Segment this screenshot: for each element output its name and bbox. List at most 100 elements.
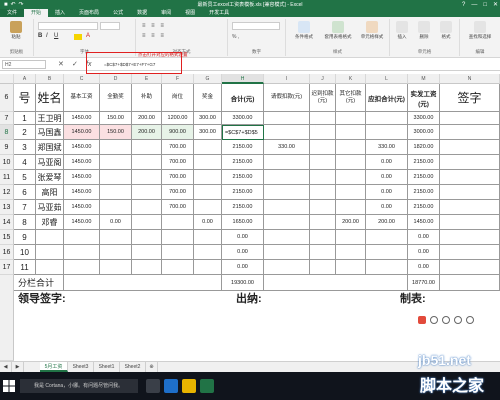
header-deduction-total[interactable]: 应扣合计(元) — [366, 84, 408, 112]
cell-full-attendance[interactable]: 150.00 — [100, 112, 132, 125]
row-header-14[interactable]: 14 — [0, 215, 14, 230]
subtotal-label[interactable]: 分栏合计 — [14, 275, 64, 291]
format-cells-button[interactable]: 格式 — [436, 21, 456, 40]
row-header-8[interactable]: 8 — [0, 125, 14, 140]
cell-position[interactable]: 900.00 — [162, 125, 194, 140]
tab-home[interactable]: 开始 — [24, 9, 49, 17]
cell-position[interactable] — [162, 245, 194, 260]
cell-subsidy[interactable] — [132, 260, 162, 275]
cell-signature[interactable] — [440, 140, 500, 155]
cell-number[interactable]: 8 — [14, 215, 36, 230]
subtotal-blank[interactable] — [64, 275, 222, 291]
cell-actual-pay[interactable]: 0.00 — [408, 230, 440, 245]
cell-position[interactable] — [162, 260, 194, 275]
cell-leave-deduction[interactable] — [264, 260, 310, 275]
cell-actual-pay[interactable]: 1820.00 — [408, 140, 440, 155]
cell-position[interactable]: 700.00 — [162, 185, 194, 200]
cell-deduction-total[interactable] — [366, 245, 408, 260]
font-color-icon[interactable]: A — [86, 33, 90, 39]
sheet-tab-sheet2[interactable]: Sheet2 — [120, 362, 146, 372]
cell-signature[interactable] — [440, 215, 500, 230]
subtotal-deductions[interactable] — [264, 275, 408, 291]
minimize-button[interactable]: — — [471, 2, 477, 8]
row-header-7[interactable]: 7 — [0, 112, 14, 125]
cell-signature[interactable] — [440, 260, 500, 275]
cell-other-deduction[interactable] — [336, 155, 366, 170]
find-select-button[interactable]: 查找和选择 — [464, 21, 496, 40]
cell-number[interactable]: 2 — [14, 125, 36, 140]
cell-deduction-total[interactable] — [366, 230, 408, 245]
cell-leave-deduction[interactable] — [264, 245, 310, 260]
keyboard-icon[interactable] — [454, 316, 462, 324]
cell-full-attendance[interactable] — [100, 200, 132, 215]
header-full-attendance[interactable]: 全勤奖 — [100, 84, 132, 112]
cell-leave-deduction[interactable] — [264, 125, 310, 140]
cell-base-salary[interactable]: 1450.00 — [64, 200, 100, 215]
cell-bonus[interactable] — [194, 185, 222, 200]
cell-total[interactable]: 1650.00 — [222, 215, 264, 230]
add-sheet-button[interactable]: ⊕ — [146, 362, 158, 372]
cell-other-deduction[interactable]: 200.00 — [336, 215, 366, 230]
cell-number[interactable]: 3 — [14, 140, 36, 155]
cell-name[interactable]: 马国鑫 — [36, 125, 64, 140]
cell-name[interactable]: 马亚茹 — [36, 200, 64, 215]
emoji-icon[interactable] — [430, 316, 438, 324]
sheet-prev-icon[interactable]: ◀ — [0, 362, 12, 372]
subtotal-total[interactable]: 19300.00 — [222, 275, 264, 291]
cell-late-deduction[interactable] — [310, 155, 336, 170]
subtotal-signature[interactable] — [440, 275, 500, 291]
cell-position[interactable] — [162, 215, 194, 230]
cell-base-salary[interactable] — [64, 245, 100, 260]
tab-formulas[interactable]: 公式 — [106, 9, 130, 17]
cell-base-salary[interactable]: 1450.00 — [64, 155, 100, 170]
cell-full-attendance[interactable] — [100, 155, 132, 170]
cell-base-salary[interactable]: 1450.00 — [64, 140, 100, 155]
percent-icon[interactable]: % , — [232, 34, 239, 40]
windows-start-icon[interactable] — [3, 380, 15, 392]
cell-actual-pay[interactable]: 0.00 — [408, 245, 440, 260]
header-position[interactable]: 岗位 — [162, 84, 194, 112]
column-header-m[interactable]: M — [408, 74, 440, 84]
cell-signature[interactable] — [440, 200, 500, 215]
cell-deduction-total[interactable]: 0.00 — [366, 200, 408, 215]
cell-late-deduction[interactable] — [310, 200, 336, 215]
underline-icon[interactable]: U — [54, 33, 58, 39]
row-header-16[interactable]: 16 — [0, 245, 14, 260]
delete-cells-button[interactable]: 删除 — [414, 21, 434, 40]
sogou-icon[interactable] — [418, 316, 426, 324]
header-signature[interactable]: 签字 — [440, 84, 500, 112]
cell-position[interactable]: 700.00 — [162, 155, 194, 170]
cell-full-attendance[interactable] — [100, 185, 132, 200]
row-header-10[interactable]: 10 — [0, 155, 14, 170]
cell-name[interactable]: 王卫明 — [36, 112, 64, 125]
row-header-11[interactable]: 11 — [0, 170, 14, 185]
cell-actual-pay[interactable]: 2150.00 — [408, 170, 440, 185]
cell-subsidy[interactable] — [132, 140, 162, 155]
fill-color-icon[interactable] — [74, 34, 82, 40]
cell-late-deduction[interactable] — [310, 112, 336, 125]
cortana-search-box[interactable]: 我是 Cortana，小娜。有问题尽管问我。 — [20, 379, 138, 393]
sheet-tab-may-salary[interactable]: 5月工资 — [40, 362, 68, 372]
cell-full-attendance[interactable] — [100, 260, 132, 275]
sheet-next-icon[interactable]: ▶ — [12, 362, 24, 372]
cell-styles-button[interactable]: 单元格样式 — [356, 21, 388, 40]
format-as-table-button[interactable]: 套用表格格式 — [321, 21, 355, 40]
cell-actual-pay[interactable]: 2150.00 — [408, 155, 440, 170]
cell-signature[interactable] — [440, 245, 500, 260]
cell-bonus[interactable] — [194, 260, 222, 275]
cell-leave-deduction[interactable] — [264, 170, 310, 185]
cell-base-salary[interactable]: 1450.00 — [64, 112, 100, 125]
cell-position[interactable]: 1200.00 — [162, 112, 194, 125]
number-format-select[interactable] — [232, 22, 280, 30]
cell-number[interactable]: 4 — [14, 155, 36, 170]
tab-data[interactable]: 数据 — [130, 9, 154, 17]
cell-number[interactable]: 6 — [14, 185, 36, 200]
cell-deduction-total[interactable] — [366, 260, 408, 275]
cell-leave-deduction[interactable] — [264, 230, 310, 245]
cell-signature[interactable] — [440, 170, 500, 185]
cancel-icon[interactable]: ✕ — [58, 60, 64, 69]
maximize-button[interactable]: □ — [483, 2, 487, 8]
cell-full-attendance[interactable] — [100, 245, 132, 260]
cell-deduction-total[interactable]: 0.00 — [366, 155, 408, 170]
column-header-h[interactable]: H — [222, 74, 264, 84]
